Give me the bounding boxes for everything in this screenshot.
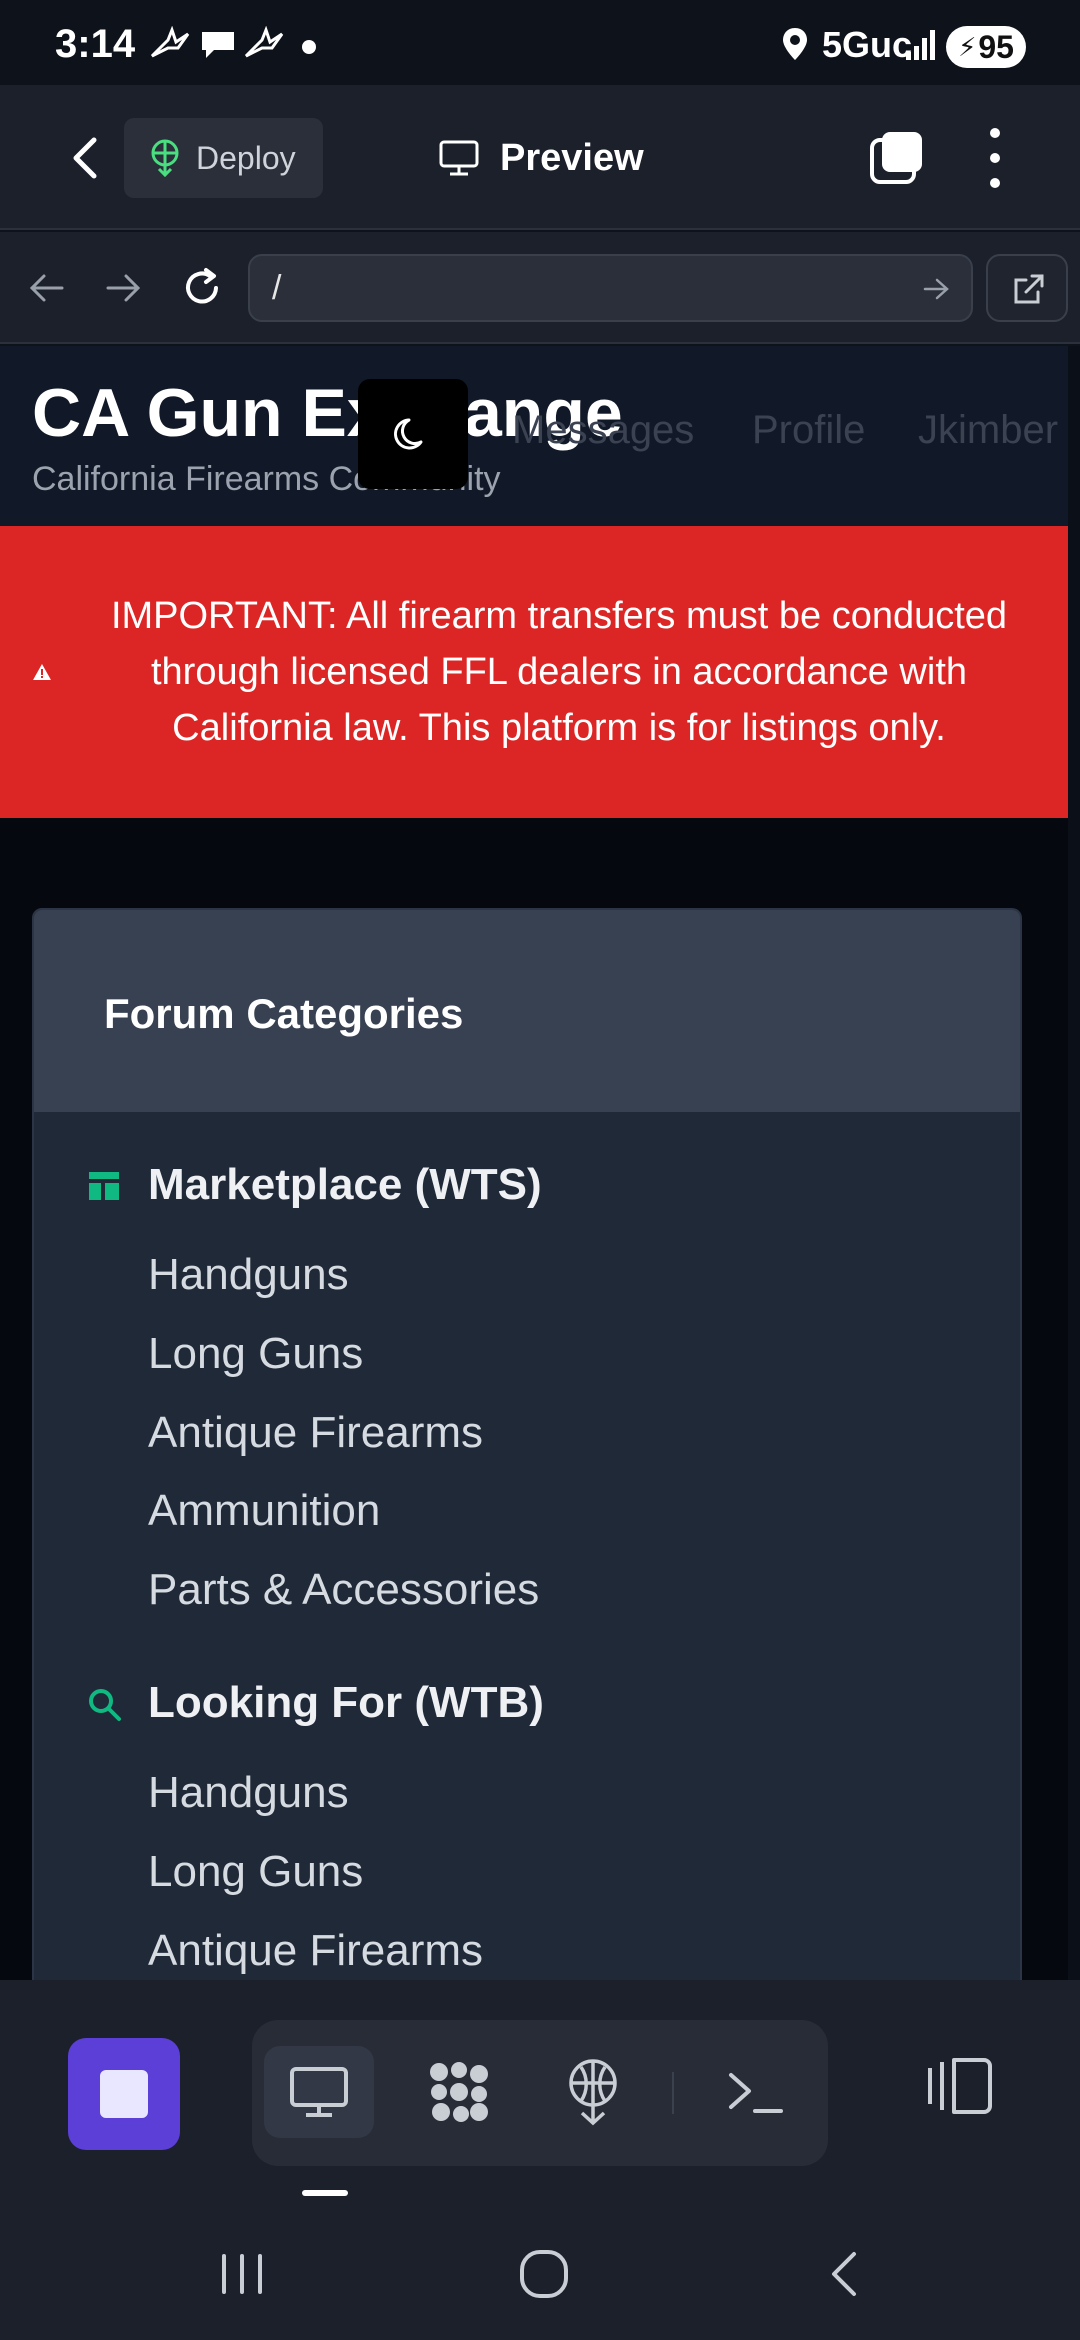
signal-icon xyxy=(906,30,935,60)
deploy-icon xyxy=(151,139,179,177)
nav-messages[interactable]: Messages xyxy=(512,408,694,453)
section-looking-for[interactable]: Looking For (WTB) xyxy=(148,1678,544,1728)
deploy-icon xyxy=(569,2059,617,2126)
url-text: / xyxy=(272,268,282,307)
preview-tool-button[interactable] xyxy=(264,2046,374,2138)
status-time: 3:14 xyxy=(55,22,136,66)
tool-group xyxy=(252,2020,828,2166)
monitor-icon xyxy=(290,2067,348,2117)
category-item[interactable]: Antique Firearms xyxy=(148,1926,483,1976)
monitor-icon xyxy=(439,140,479,176)
section-marketplace[interactable]: Marketplace (WTS) xyxy=(148,1160,542,1210)
category-item[interactable]: Handguns xyxy=(148,1250,349,1300)
category-item[interactable]: Long Guns xyxy=(148,1847,363,1897)
bottom-dock xyxy=(0,1980,1080,2198)
preview-page: CA Gun Exchange California Firearms Comm… xyxy=(0,346,1080,1980)
site-header: CA Gun Exchange California Firearms Comm… xyxy=(0,346,1068,526)
theme-toggle-button[interactable] xyxy=(358,379,468,489)
active-tool-indicator xyxy=(302,2190,348,2196)
card-title: Forum Categories xyxy=(104,990,464,1037)
window-icon[interactable] xyxy=(868,128,926,186)
category-item[interactable]: Antique Firearms xyxy=(148,1408,483,1458)
moon-icon xyxy=(394,418,423,450)
apps-tool-button[interactable] xyxy=(404,2046,514,2138)
recents-icon[interactable] xyxy=(214,2246,270,2302)
url-bar[interactable]: / xyxy=(248,254,973,322)
back-icon[interactable] xyxy=(818,2246,874,2302)
external-link-icon xyxy=(1014,274,1044,304)
apps-icon xyxy=(430,2062,488,2122)
dot-icon xyxy=(302,40,316,54)
app-toolbar: Deploy Preview xyxy=(0,85,1080,230)
system-nav-bar xyxy=(0,2198,1080,2340)
terminal-tool-button[interactable] xyxy=(700,2046,810,2138)
legal-alert-banner: IMPORTANT: All firearm transfers must be… xyxy=(0,526,1068,818)
category-item[interactable]: Handguns xyxy=(148,1768,349,1818)
preview-tab[interactable]: Preview xyxy=(438,130,644,186)
category-item[interactable]: Parts & Accessories xyxy=(148,1565,539,1615)
stop-icon xyxy=(100,2070,148,2118)
location-icon xyxy=(783,28,807,60)
bird-icon xyxy=(150,26,190,58)
stop-button[interactable] xyxy=(68,2038,180,2150)
arrow-left-icon[interactable] xyxy=(22,264,70,312)
network-label: 5Guc xyxy=(822,24,913,65)
deploy-button[interactable]: Deploy xyxy=(124,118,323,198)
side-panel-icon[interactable] xyxy=(920,2046,1000,2126)
battery-level: 95 xyxy=(978,28,1014,65)
home-icon[interactable] xyxy=(516,2246,572,2302)
go-arrow-icon[interactable] xyxy=(919,272,953,306)
terminal-icon xyxy=(729,2073,783,2113)
open-external-button[interactable] xyxy=(986,254,1068,322)
preview-label: Preview xyxy=(500,136,644,179)
nav-user[interactable]: Jkimber xyxy=(918,408,1058,453)
back-icon[interactable] xyxy=(60,130,110,186)
category-item[interactable]: Ammunition xyxy=(148,1486,380,1536)
reload-icon[interactable] xyxy=(178,264,226,312)
browser-nav: / xyxy=(0,232,1080,344)
category-item[interactable]: Long Guns xyxy=(148,1329,363,1379)
page-scrollbar[interactable] xyxy=(1068,346,1080,1980)
nav-profile[interactable]: Profile xyxy=(752,408,865,453)
bird-icon xyxy=(244,26,284,58)
deploy-tool-button[interactable] xyxy=(538,2046,648,2138)
arrow-right-icon[interactable] xyxy=(100,264,148,312)
warning-icon xyxy=(33,664,51,680)
tool-divider xyxy=(672,2072,674,2114)
search-icon xyxy=(89,1689,121,1721)
battery-charging-icon: ⚡ 95 xyxy=(946,26,1026,68)
forum-categories-card: Forum Categories Marketplace (WTS) Handg… xyxy=(32,908,1022,1980)
card-header: Forum Categories xyxy=(34,910,1020,1112)
chat-bubble-icon xyxy=(202,32,234,58)
layout-icon xyxy=(89,1172,119,1200)
more-vertical-icon[interactable] xyxy=(985,125,1005,191)
alert-text: IMPORTANT: All firearm transfers must be… xyxy=(110,595,1008,749)
status-bar: 3:14 5Guc ⚡ 95 xyxy=(0,0,1080,85)
deploy-label: Deploy xyxy=(196,139,296,176)
